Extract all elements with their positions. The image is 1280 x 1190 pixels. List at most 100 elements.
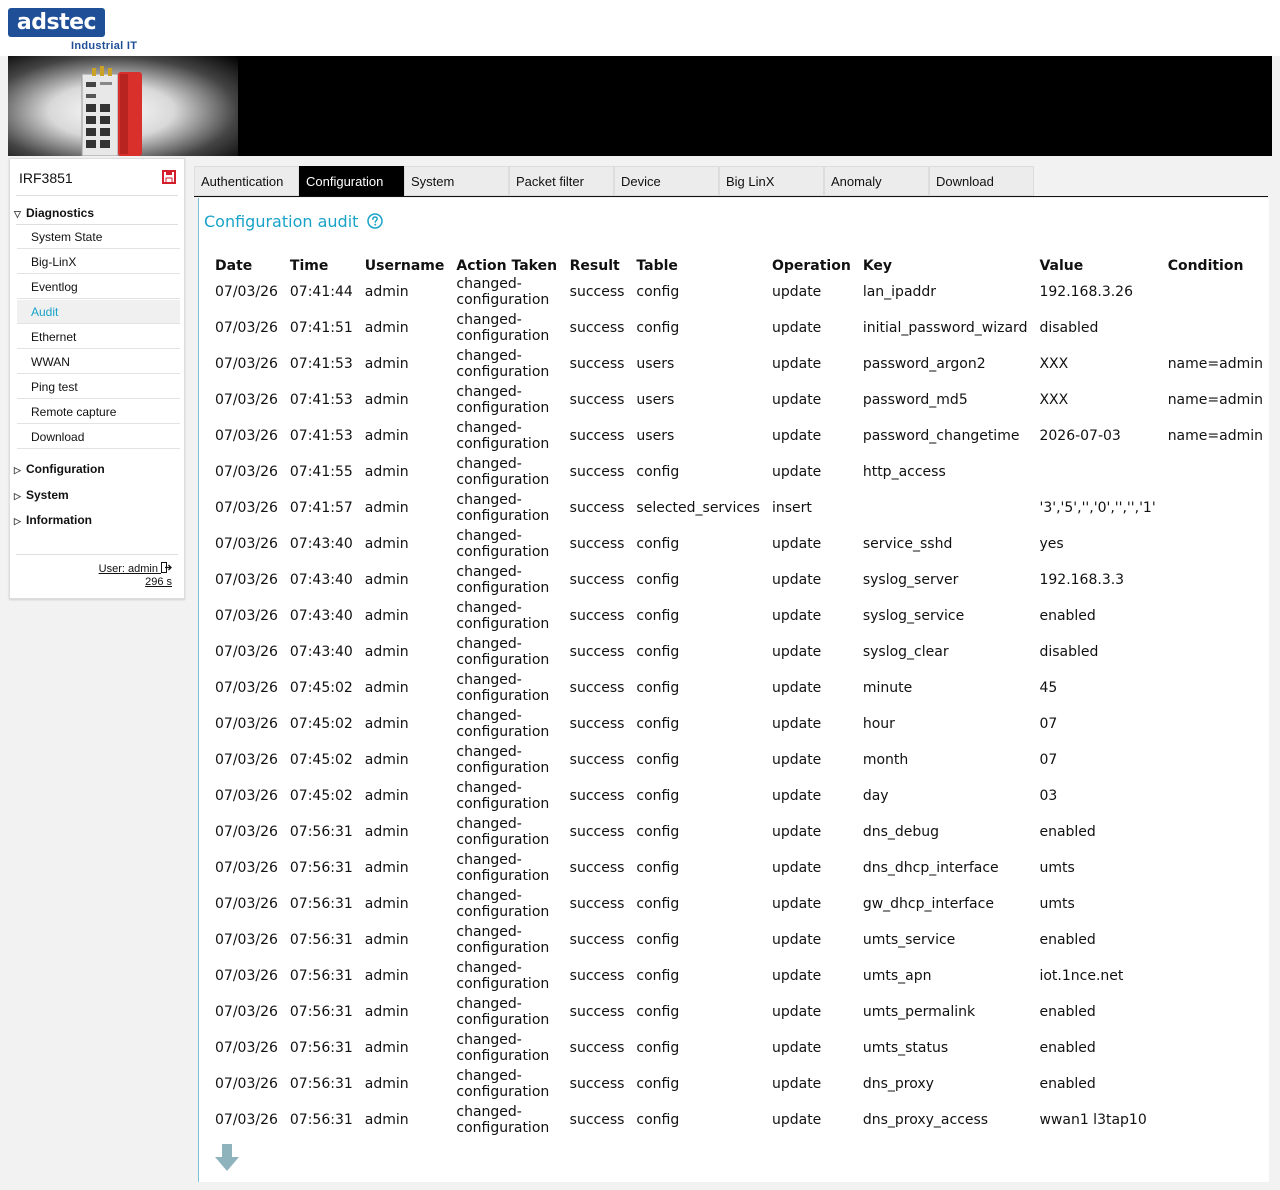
table-cell: minute [862,680,913,696]
table-cell: admin [364,284,409,300]
table-cell: 07/03/26 [215,536,278,552]
table-cell: 07/03/26 [215,464,278,480]
table-cell: gw_dhcp_interface [862,896,994,912]
table-cell: 07/03/26 [215,284,278,300]
save-icon[interactable] [162,170,176,184]
table-cell: success [569,1112,625,1128]
table-cell [1162,1066,1269,1102]
sidebar-item-download[interactable]: Download [17,425,180,449]
table-cell [1162,274,1269,310]
table-cell: changed-configuration [456,456,550,488]
table-cell: yes [1039,536,1064,552]
sidebar-item-eventlog[interactable]: Eventlog [17,275,180,299]
table-cell: update [771,1040,822,1056]
table-cell: 07:56:31 [289,932,353,948]
tab-big-linx[interactable]: Big LinX [719,166,824,196]
table-cell: config [636,1040,680,1056]
sidebar-item-big-linx[interactable]: Big-LinX [17,250,180,274]
help-icon[interactable] [366,213,383,229]
table-cell: 07:45:02 [289,788,353,804]
table-cell: admin [364,896,409,912]
table-cell: update [771,752,822,768]
table-cell: admin [364,1112,409,1128]
table-cell [1162,310,1269,346]
table-cell: 07:41:55 [289,464,353,480]
column-header: Value [1039,258,1084,274]
table-row: 07/03/26 07:43:40 admin changed-configurati… [209,598,1269,634]
table-cell: config [636,968,680,984]
table-cell: admin [364,572,409,588]
table-cell: update [771,860,822,876]
sidebar-item-remote-capture[interactable]: Remote capture [17,400,180,424]
table-cell [857,490,1034,526]
table-cell [1162,490,1269,526]
table-row: 07/03/26 07:45:02 admin changed-configurati… [209,706,1269,742]
table-row: 07/03/26 07:43:40 admin changed-configurati… [209,562,1269,598]
sidebar-item-ping-test[interactable]: Ping test [17,375,180,399]
table-cell: changed-configuration [456,780,550,812]
sidebar-section-system[interactable]: ▷ System [14,488,69,502]
table-cell: 07/03/26 [215,1112,278,1128]
table-row: 07/03/26 07:41:44 admin changed-configurati… [209,274,1269,310]
table-cell: 07:56:31 [289,896,353,912]
sidebar-item-system-state[interactable]: System State [17,225,180,249]
main-content: Configuration audit Date Time Username Acti… [198,198,1269,1182]
table-cell: enabled [1039,1040,1096,1056]
table-cell: 07/03/26 [215,500,278,516]
table-cell: umts [1039,860,1075,876]
table-cell: 07:43:40 [289,572,353,588]
table-cell: config [636,932,680,948]
adstec-logo[interactable]: adstec Industrial IT [8,8,138,54]
tab-anomaly[interactable]: Anomaly [824,166,929,196]
table-cell: 07 [1039,716,1058,732]
tab-device[interactable]: Device [614,166,719,196]
table-cell: config [636,284,680,300]
table-cell [1162,778,1269,814]
table-cell [1162,742,1269,778]
table-cell: changed-configuration [456,888,550,920]
table-cell: config [636,752,680,768]
table-cell: XXX [1039,392,1069,408]
table-cell: password_changetime [862,428,1020,444]
table-cell: success [569,788,625,804]
arrow-down-icon[interactable] [214,1144,240,1172]
table-row: 07/03/26 07:56:31 admin changed-configurati… [209,886,1269,922]
tab-authentication[interactable]: Authentication [194,166,299,196]
sidebar-section-label: Information [26,513,92,527]
table-cell: success [569,716,625,732]
sidebar-divider [16,554,178,555]
table-cell: admin [364,428,409,444]
table-cell [1162,922,1269,958]
sidebar-item-audit[interactable]: Audit [17,300,180,324]
table-cell: config [636,608,680,624]
user-logout-link[interactable]: User: admin [99,562,172,575]
table-cell: admin [364,536,409,552]
table-cell: changed-configuration [456,564,550,596]
table-cell: users [636,392,675,408]
table-cell: 07:41:53 [289,392,353,408]
table-cell: config [636,1076,680,1092]
sidebar-section-configuration[interactable]: ▷ Configuration [14,462,105,476]
column-header: Table [636,258,678,274]
table-cell: name=admin [1167,356,1263,372]
sidebar-section-diagnostics[interactable]: ▽ Diagnostics [14,206,94,220]
table-cell: changed-configuration [456,1032,550,1064]
table-cell: update [771,608,822,624]
sidebar-item-ethernet[interactable]: Ethernet [17,325,180,349]
table-cell: success [569,320,625,336]
tab-configuration[interactable]: Configuration [299,166,404,196]
table-cell: password_md5 [862,392,968,408]
sidebar-section-information[interactable]: ▷ Information [14,513,92,527]
table-row: 07/03/26 07:56:31 admin changed-configurati… [209,1102,1269,1138]
device-name: IRF3851 [19,170,73,186]
table-cell: changed-configuration [456,924,550,956]
column-header: Date [215,258,253,274]
sidebar-item-wwan[interactable]: WWAN [17,350,180,374]
tab-system[interactable]: System [404,166,509,196]
session-timer[interactable]: 296 s [145,576,172,588]
tab-download[interactable]: Download [929,166,1034,196]
tab-packet-filter[interactable]: Packet filter [509,166,614,196]
table-cell: update [771,788,822,804]
table-row: 07/03/26 07:41:53 admin changed-configurati… [209,346,1269,382]
table-cell: users [636,356,675,372]
